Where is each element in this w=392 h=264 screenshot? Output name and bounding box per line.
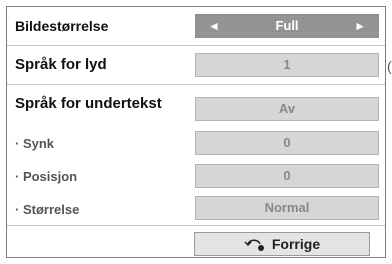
position-value[interactable]: 0 [195,164,379,188]
subtitle-language-value[interactable]: Av [195,97,379,121]
audio-language-label: Språk for lyd [15,56,107,73]
audio-language-value[interactable]: 1 [195,53,379,77]
picture-size-value: Full [275,18,299,33]
back-button[interactable]: Forrige [194,232,370,256]
arrow-left-icon[interactable]: ◄ [208,15,220,37]
back-arrow-icon [244,239,264,252]
size-value[interactable]: Normal [195,196,379,220]
settings-panel: Bildestørrelse ◄ Full ► Språk for lyd 1 … [6,6,392,258]
side-mark-icon: ( [387,58,392,74]
row-audio-language[interactable]: Språk for lyd 1 ( [7,46,392,85]
arrow-right-icon[interactable]: ► [354,15,366,37]
sync-value[interactable]: 0 [195,131,379,155]
picture-size-label: Bildestørrelse [15,18,109,34]
subtitle-language-label: Språk for undertekst [15,95,162,112]
size-label: · Størrelse [15,202,80,217]
back-button-label: Forrige [271,236,321,252]
row-size[interactable]: · Størrelse Normal [7,187,385,226]
picture-size-selector[interactable]: ◄ Full ► [195,14,379,38]
row-subtitle-language[interactable]: Språk for undertekst Av [7,85,385,123]
row-picture-size[interactable]: Bildestørrelse ◄ Full ► [7,7,385,46]
